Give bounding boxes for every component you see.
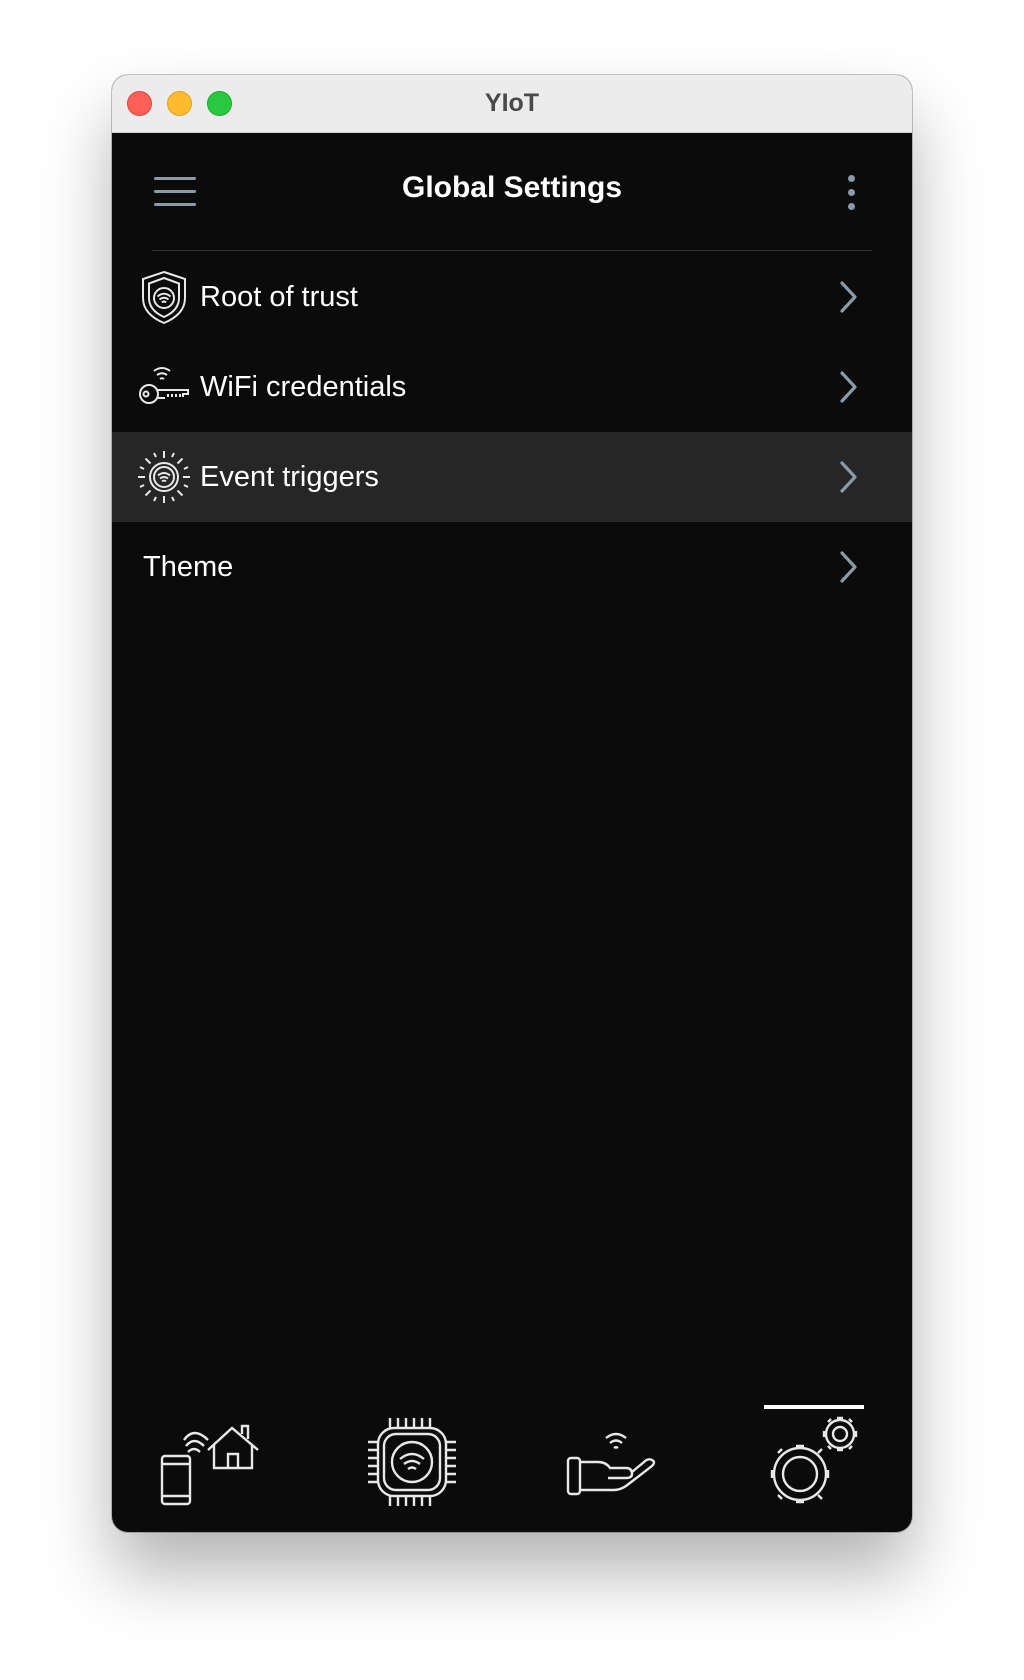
hand-wifi-icon [566,1432,656,1496]
chip-wifi-icon [368,1418,456,1506]
settings-item-event-triggers[interactable]: Event triggers [112,432,912,522]
chevron-right-icon [840,281,857,313]
settings-item-label: WiFi credentials [200,371,407,403]
nav-settings-tab[interactable] [712,1400,912,1532]
bottom-navigation [112,1400,912,1532]
app-bar: Global Settings [112,133,912,251]
window-titlebar: YIoT [112,75,912,133]
settings-item-label: Event triggers [200,461,379,493]
header-divider [152,250,872,251]
nav-share-tab[interactable] [512,1400,712,1532]
nav-devices-tab[interactable] [112,1400,312,1532]
settings-item-label: Root of trust [200,281,358,313]
chevron-right-icon [840,371,857,403]
chevron-right-icon [840,551,857,583]
nav-provision-tab[interactable] [312,1400,512,1532]
app-window: YIoT Global Settings Root of trust WiFi … [112,75,912,1532]
shield-wifi-icon [136,269,192,325]
phone-home-icon [160,1424,259,1506]
settings-item-wifi-credentials[interactable]: WiFi credentials [112,342,912,432]
chevron-right-icon [840,461,857,493]
window-title: YIoT [484,89,540,117]
settings-item-label: Theme [143,551,234,583]
wifi-key-icon [136,359,192,415]
hamburger-menu-icon[interactable] [154,175,196,209]
settings-item-root-of-trust[interactable]: Root of trust [112,252,912,342]
more-vertical-icon[interactable] [842,173,862,213]
page-title: Global Settings [401,171,623,204]
settings-item-theme[interactable]: Theme [112,522,912,612]
event-trigger-icon [136,449,192,505]
gears-icon [770,1416,858,1504]
